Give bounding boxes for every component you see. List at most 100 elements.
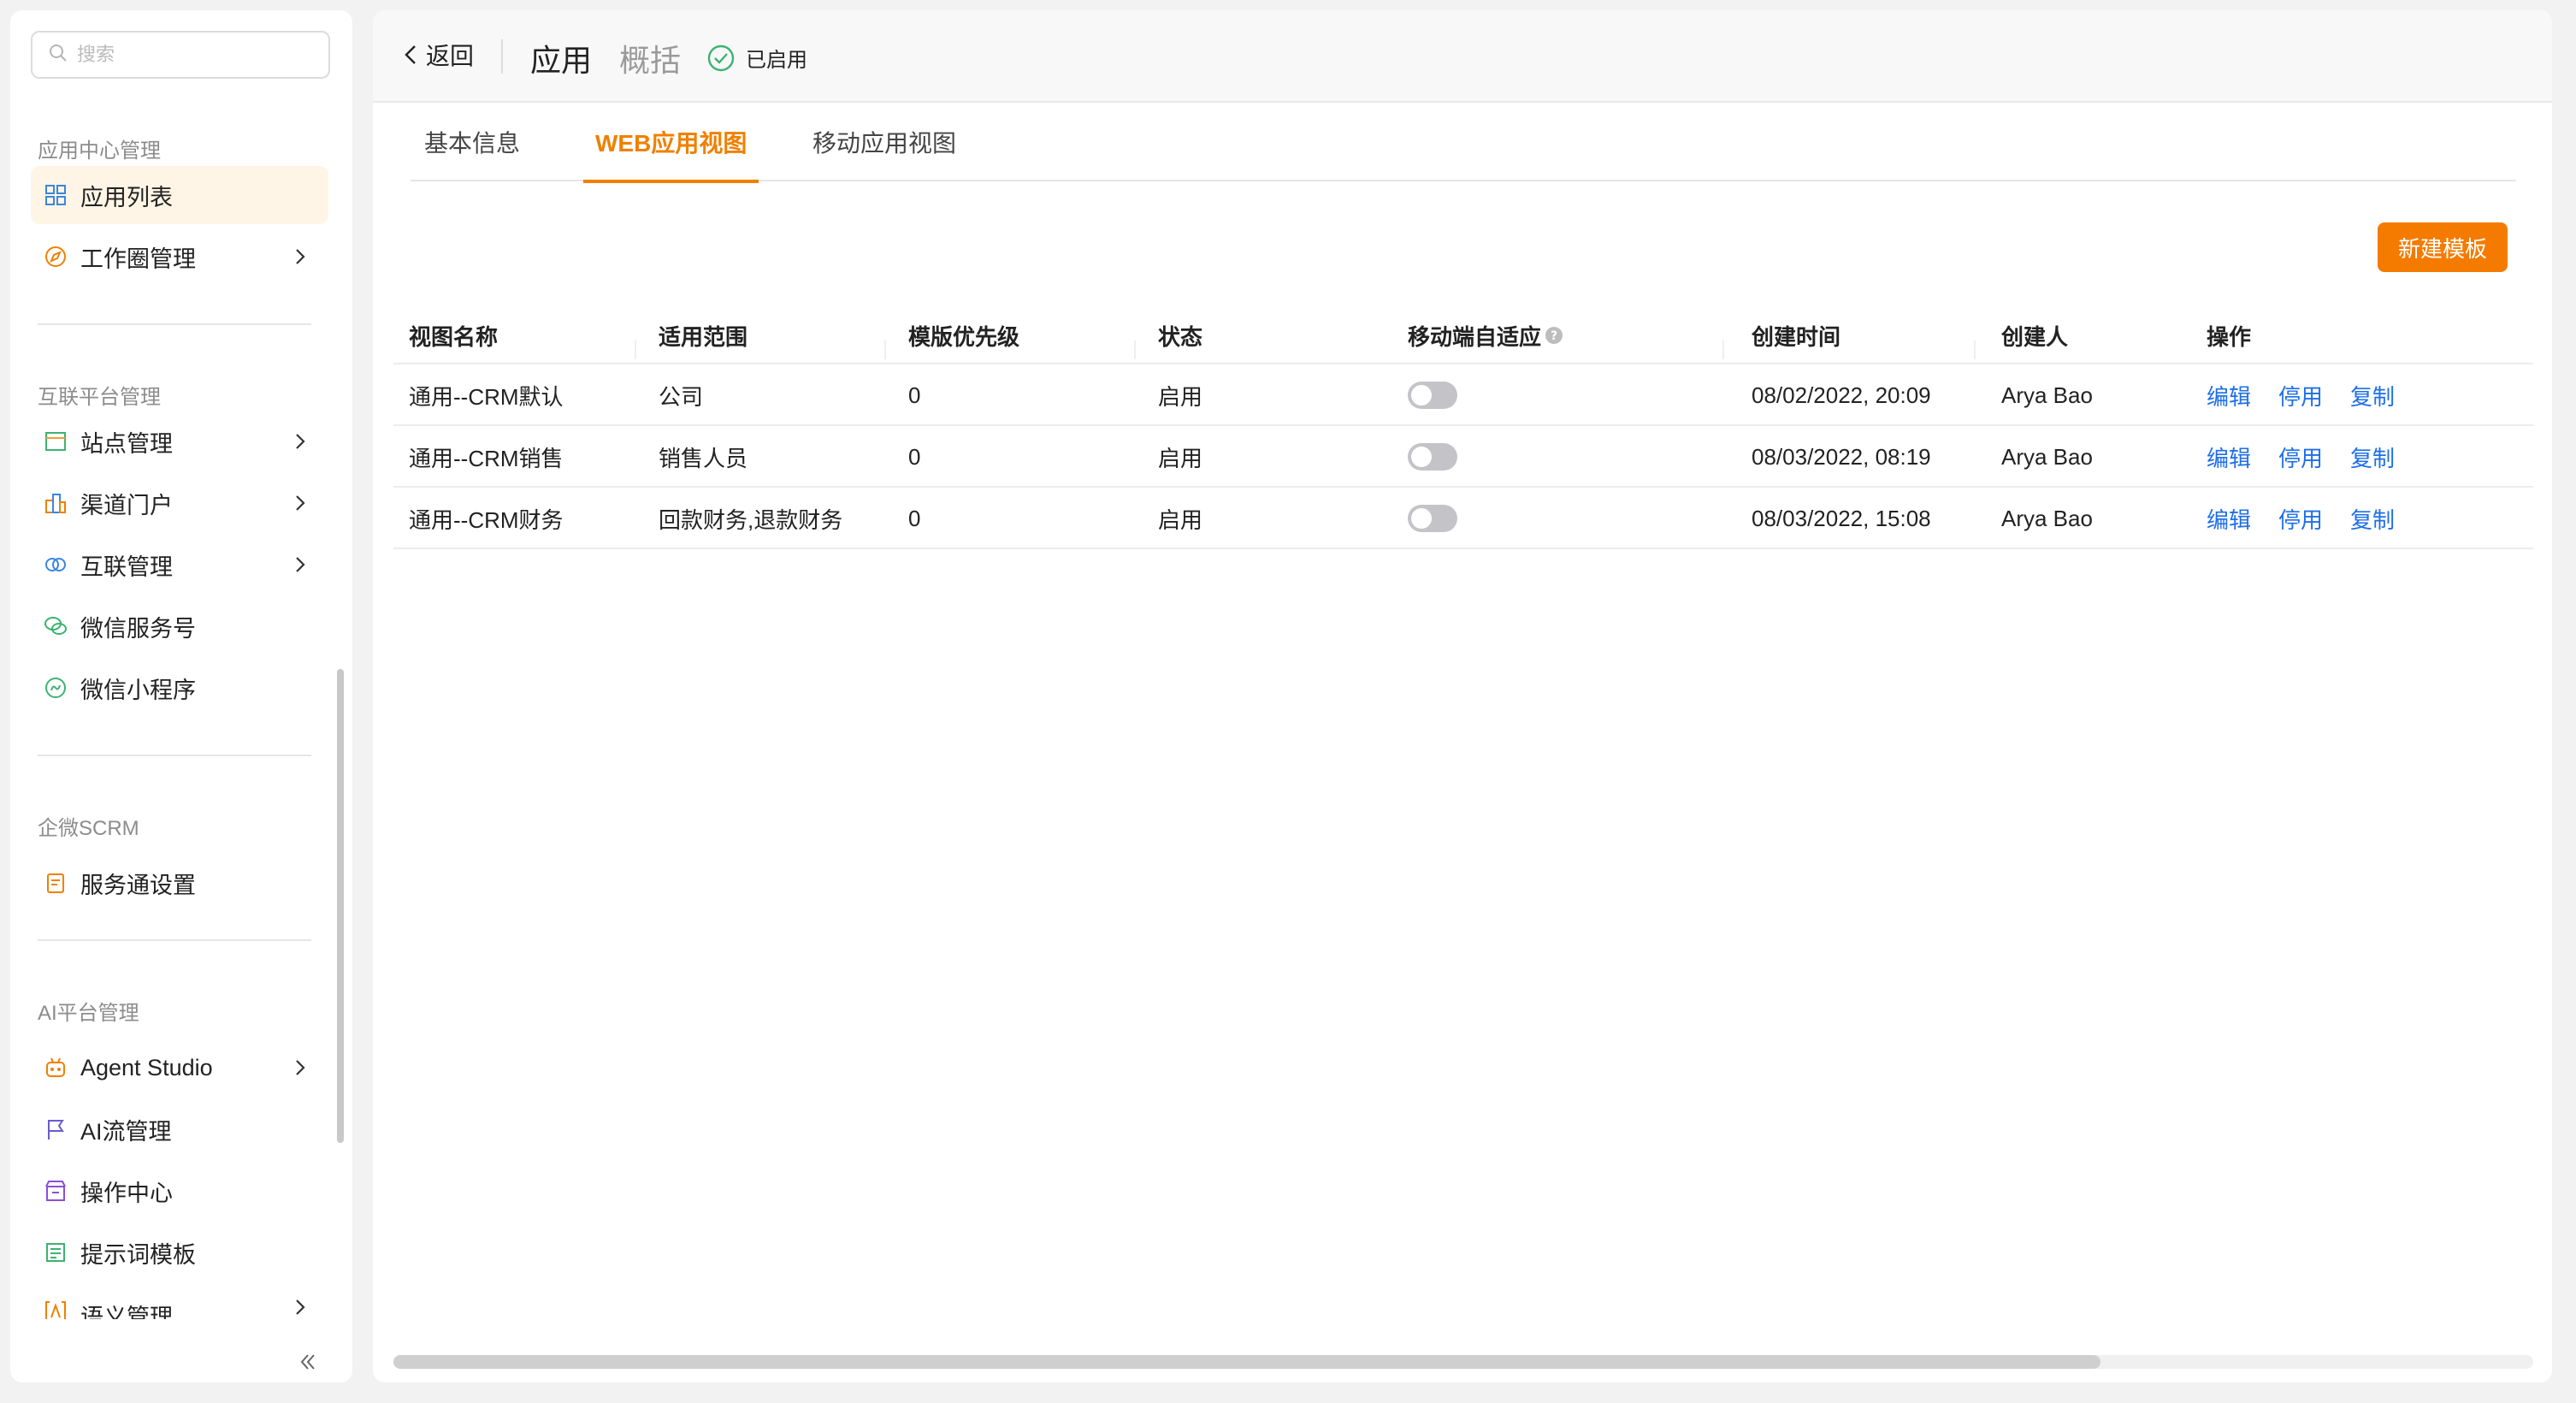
sidebar-item-label: 提示词模板	[80, 1241, 196, 1268]
chevron-right-icon	[296, 249, 305, 264]
cell-mobile-adapt	[1408, 364, 1457, 426]
cell-created-at: 08/03/2022, 08:19	[1752, 443, 1931, 470]
copy-link[interactable]: 复制	[2350, 503, 2395, 535]
collapse-sidebar-icon[interactable]	[296, 1350, 320, 1374]
column-divider	[1722, 340, 1724, 359]
sidebar-item-service-settings[interactable]: 服务通设置	[31, 854, 328, 912]
cell-creator: Arya Bao	[2001, 382, 2093, 408]
section-title-interconnect: 互联平台管理	[38, 386, 161, 409]
page-subtitle[interactable]: 概括	[619, 36, 681, 80]
disable-link[interactable]: 停用	[2278, 380, 2323, 411]
tab-mobile-view[interactable]: 移动应用视图	[812, 103, 956, 181]
sidebar: 应用中心管理 应用列表 工作圈管理 互联平台管理 站点管理 渠道门户 互联管理	[10, 10, 352, 1382]
sidebar-item-site[interactable]: 站点管理	[31, 412, 328, 471]
back-button[interactable]: 返回	[400, 36, 474, 74]
main-panel: 返回 应用 概括 已启用 基本信息 WEB应用视图 移动应用视图 新建模板 视图…	[373, 10, 2552, 1382]
template-table: 视图名称 适用范围 模版优先级 状态 移动端自适应 ? 创建时间 创建人 操作 …	[393, 306, 2533, 549]
tab-web-view[interactable]: WEB应用视图	[583, 103, 759, 183]
cell-name: 通用--CRM默认	[409, 383, 564, 410]
wechat-icon	[43, 613, 68, 639]
mobile-adapt-toggle[interactable]	[1408, 443, 1457, 471]
search-box[interactable]	[31, 31, 330, 79]
divider	[38, 939, 311, 941]
cell-name: 通用--CRM销售	[409, 445, 564, 471]
horizontal-scrollbar-thumb[interactable]	[393, 1355, 2100, 1369]
search-input[interactable]	[77, 44, 316, 66]
page-title: 应用	[530, 43, 593, 78]
document-icon	[43, 1240, 68, 1265]
chevron-right-icon	[296, 557, 305, 572]
tab-basic-info[interactable]: 基本信息	[424, 103, 520, 181]
copy-link[interactable]: 复制	[2350, 441, 2395, 473]
cell-mobile-adapt	[1408, 426, 1457, 488]
status-badge: 已启用	[706, 43, 807, 73]
back-label: 返回	[426, 43, 475, 69]
sidebar-item-channel-portal[interactable]: 渠道门户	[31, 474, 328, 532]
divider	[38, 755, 311, 756]
sidebar-item-label: 站点管理	[80, 430, 173, 457]
cell-created-at: 08/02/2022, 20:09	[1752, 382, 1931, 408]
cell-creator: Arya Bao	[2001, 443, 2093, 470]
link-rings-icon	[43, 552, 68, 577]
chevron-right-icon	[296, 1299, 305, 1315]
chevron-right-icon	[296, 434, 305, 449]
section-title-scrm: 企微SCRM	[38, 817, 139, 840]
cell-state: 启用	[1158, 383, 1203, 410]
column-divider	[884, 340, 886, 359]
flag-icon	[43, 1116, 68, 1142]
sidebar-item-prompt-template[interactable]: 提示词模板	[31, 1223, 328, 1282]
disable-link[interactable]: 停用	[2278, 503, 2323, 535]
cell-priority: 0	[908, 382, 921, 408]
cell-state: 启用	[1158, 506, 1203, 533]
mobile-adapt-toggle[interactable]	[1408, 505, 1457, 532]
sidebar-item-wechat-mini[interactable]: 微信小程序	[31, 659, 328, 717]
sidebar-item-op-center[interactable]: 操作中心	[31, 1162, 328, 1220]
col-header-scope: 适用范围	[659, 323, 748, 350]
sidebar-item-interconnect[interactable]: 互联管理	[31, 536, 328, 594]
chevron-right-icon	[296, 495, 305, 511]
compass-icon	[43, 244, 68, 269]
window-icon	[43, 429, 68, 454]
table-header: 视图名称 适用范围 模版优先级 状态 移动端自适应 ? 创建时间 创建人 操作	[393, 306, 2533, 364]
cell-priority: 0	[908, 443, 921, 470]
edit-link[interactable]: 编辑	[2207, 503, 2251, 535]
sidebar-item-label: 操作中心	[80, 1180, 173, 1206]
col-header-name: 视图名称	[409, 323, 499, 350]
cell-state: 启用	[1158, 445, 1203, 471]
table-row: 通用--CRM财务 回款财务,退款财务 0 启用 08/03/2022, 15:…	[393, 488, 2533, 549]
edit-link[interactable]: 编辑	[2207, 441, 2251, 473]
sidebar-item-label: 微信小程序	[80, 677, 196, 703]
table-row: 通用--CRM销售 销售人员 0 启用 08/03/2022, 08:19 Ar…	[393, 426, 2533, 488]
sidebar-item-ai-flow[interactable]: AI流管理	[31, 1100, 328, 1158]
sidebar-item-label: Agent Studio	[80, 1054, 213, 1080]
question-icon[interactable]: ?	[1545, 326, 1563, 345]
chevron-right-icon	[296, 1060, 305, 1075]
column-divider	[1134, 340, 1136, 359]
sidebar-item-work-circle[interactable]: 工作圈管理	[31, 228, 328, 286]
column-divider	[1974, 340, 1976, 359]
copy-link[interactable]: 复制	[2350, 380, 2395, 411]
sidebar-scrollbar[interactable]	[337, 669, 344, 1143]
col-header-state: 状态	[1158, 323, 1203, 350]
disable-link[interactable]: 停用	[2278, 441, 2323, 473]
sidebar-item-semantic[interactable]: 语义管理	[31, 1285, 328, 1319]
clipboard-icon	[43, 870, 68, 896]
search-icon	[48, 43, 68, 68]
column-divider	[635, 340, 636, 359]
col-header-mobile-adapt-label: 移动端自适应	[1408, 323, 1542, 350]
col-header-ops: 操作	[2207, 323, 2252, 350]
sidebar-item-app-list[interactable]: 应用列表	[31, 166, 328, 224]
sidebar-item-label: 微信服务号	[80, 615, 196, 642]
mobile-adapt-toggle[interactable]	[1408, 382, 1457, 409]
edit-link[interactable]: 编辑	[2207, 380, 2251, 411]
sidebar-item-agent-studio[interactable]: Agent Studio	[31, 1039, 328, 1097]
divider	[38, 323, 311, 325]
sidebar-item-wechat-service[interactable]: 微信服务号	[31, 597, 328, 655]
check-circle-icon	[707, 44, 735, 71]
sidebar-item-label: 渠道门户	[80, 492, 173, 518]
col-header-priority: 模版优先级	[908, 323, 1020, 350]
cell-mobile-adapt	[1408, 488, 1457, 549]
sidebar-item-label: 服务通设置	[80, 872, 196, 898]
col-header-created-at: 创建时间	[1752, 323, 1841, 350]
new-template-button[interactable]: 新建模板	[2378, 222, 2508, 272]
